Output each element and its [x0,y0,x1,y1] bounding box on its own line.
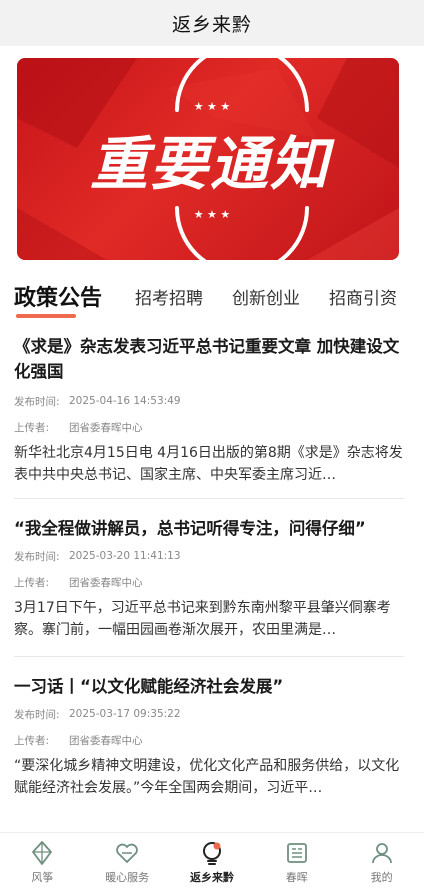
publish-time-row: 发布时间: 2025-03-20 11:41:13 [14,549,406,563]
publish-time-value: 2025-03-20 11:41:13 [69,550,181,562]
tabbar-label: 返乡来黔 [189,871,234,884]
banner-stars-bottom: ★ ★ ★ [194,208,231,221]
banner-stars-top: ★ ★ ★ [194,100,231,113]
uploader-row: 上传者: 团省委春晖中心 [14,420,406,434]
tabbar-item-kite[interactable]: 风筝 [0,833,85,888]
uploader-label: 上传者: [14,734,50,747]
banner-graphic: ★ ★ ★ ★ ★ ★ 重要通知 [17,58,399,260]
uploader-row: 上传者: 团省委春晖中心 [14,575,406,589]
tab-policy-announcement[interactable]: 政策公告 [14,280,102,312]
tab-investment[interactable]: 招商引资 [329,284,397,309]
publish-time-label: 发布时间: [14,550,60,563]
notice-banner[interactable]: ★ ★ ★ ★ ★ ★ 重要通知 [17,58,399,260]
tab-innovation-startup[interactable]: 创新创业 [232,284,300,309]
tabbar-label: 暖心服务 [105,871,150,884]
uploader-value: 团省委春晖中心 [69,734,143,747]
publish-time-row: 发布时间: 2025-03-17 09:35:22 [14,707,406,721]
divider [14,656,404,657]
bottom-tab-bar: 风筝 暖心服务 返乡来黔 春晖 我的 [0,832,424,888]
lightbulb-icon [202,842,221,865]
tabbar-label: 我的 [370,871,393,884]
news-summary: 3月17日下午，习近平总书记来到黔东南州黎平县肇兴侗寨考察。寨门前，一幅田园画卷… [14,600,391,638]
kite-icon [32,841,53,865]
page-title: 返乡来黔 [171,13,252,36]
news-title[interactable]: “我全程做讲解员，总书记听得专注，问得仔细” [14,516,406,541]
uploader-value: 团省委春晖中心 [69,421,143,434]
news-summary: “要深化城乡精神文明建设，优化文化产品和服务供给，以文化赋能经济社会发展。”今年… [14,758,400,796]
uploader-value: 团省委春晖中心 [69,576,143,589]
newspaper-icon [286,843,307,863]
news-title[interactable]: 《求是》杂志发表习近平总书记重要文章 加快建设文化强国 [14,334,406,384]
tabbar-item-chunhui[interactable]: 春晖 [254,833,339,888]
tabbar-item-heart-service[interactable]: 暖心服务 [85,833,170,888]
user-icon [371,843,392,864]
heart-service-icon [116,843,138,863]
tabbar-item-return-home[interactable]: 返乡来黔 [170,833,255,888]
divider [14,498,404,499]
publish-time-label: 发布时间: [14,395,60,408]
publish-time-value: 2025-04-16 14:53:49 [69,395,181,407]
tabbar-item-mine[interactable]: 我的 [339,833,424,888]
uploader-row: 上传者: 团省委春晖中心 [14,733,406,747]
category-tabs: 政策公告 招考招聘 创新创业 招商引资 [0,278,424,322]
publish-time-value: 2025-03-17 09:35:22 [69,708,181,720]
tabbar-label: 风筝 [31,871,54,884]
news-title[interactable]: 一习话丨“以文化赋能经济社会发展” [14,674,406,699]
app-header: 返乡来黔 [0,0,424,46]
news-item[interactable]: 一习话丨“以文化赋能经济社会发展” 发布时间: 2025-03-17 09:35… [14,674,406,799]
news-item[interactable]: 《求是》杂志发表习近平总书记重要文章 加快建设文化强国 发布时间: 2025-0… [14,334,406,486]
tab-exam-recruitment[interactable]: 招考招聘 [135,284,203,309]
news-item[interactable]: “我全程做讲解员，总书记听得专注，问得仔细” 发布时间: 2025-03-20 … [14,516,406,641]
publish-time-row: 发布时间: 2025-04-16 14:53:49 [14,394,406,408]
tabbar-label: 春晖 [285,871,308,884]
uploader-label: 上传者: [14,421,50,434]
uploader-label: 上传者: [14,576,50,589]
news-summary: 新华社北京4月15日电 4月16日出版的第8期《求是》杂志将发表中共中央总书记、… [14,445,403,483]
banner-headline: 重要通知 [90,130,335,198]
active-tab-indicator [16,314,76,318]
publish-time-label: 发布时间: [14,708,60,721]
